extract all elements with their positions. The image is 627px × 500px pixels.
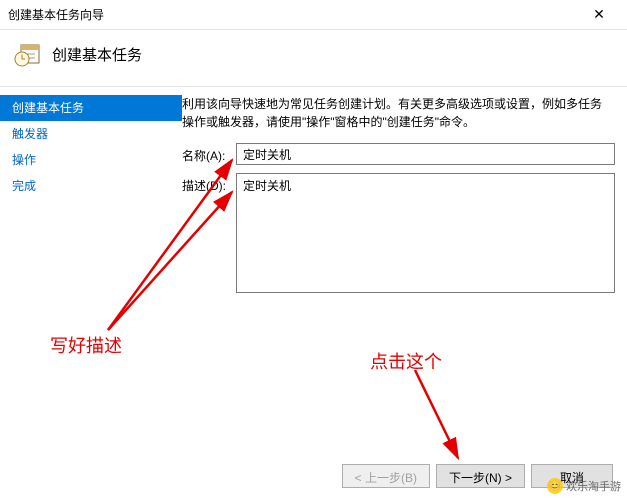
wizard-steps-sidebar: 创建基本任务 触发器 操作 完成	[0, 87, 182, 427]
watermark-icon: 😊	[547, 478, 563, 494]
calendar-clock-icon	[14, 40, 42, 68]
description-field-row: 描述(D):	[182, 173, 615, 293]
name-input[interactable]	[236, 143, 615, 165]
wizard-content: 创建基本任务 触发器 操作 完成 利用该向导快速地为常见任务创建计划。有关更多高…	[0, 87, 627, 427]
close-icon: ✕	[593, 6, 605, 23]
description-label: 描述(D):	[182, 173, 236, 194]
window-title: 创建基本任务向导	[8, 6, 579, 23]
next-button[interactable]: 下一步(N) >	[436, 464, 525, 488]
back-button: < 上一步(B)	[342, 464, 430, 488]
wizard-header: 创建基本任务	[0, 30, 627, 87]
watermark-text: 欢乐淘手游	[566, 478, 621, 494]
name-field-row: 名称(A):	[182, 143, 615, 165]
name-label: 名称(A):	[182, 143, 236, 164]
sidebar-item-finish[interactable]: 完成	[0, 173, 182, 199]
sidebar-item-action[interactable]: 操作	[0, 147, 182, 173]
sidebar-item-label: 触发器	[12, 127, 48, 141]
sidebar-item-label: 创建基本任务	[12, 101, 84, 115]
sidebar-item-label: 完成	[12, 179, 36, 193]
wizard-title: 创建基本任务	[52, 44, 142, 65]
sidebar-item-create-basic-task[interactable]: 创建基本任务	[0, 95, 182, 121]
sidebar-item-trigger[interactable]: 触发器	[0, 121, 182, 147]
description-input[interactable]	[236, 173, 615, 293]
wizard-description: 利用该向导快速地为常见任务创建计划。有关更多高级选项或设置，例如多任务操作或触发…	[182, 95, 615, 131]
wizard-main: 利用该向导快速地为常见任务创建计划。有关更多高级选项或设置，例如多任务操作或触发…	[182, 87, 627, 427]
sidebar-item-label: 操作	[12, 153, 36, 167]
watermark: 😊 欢乐淘手游	[547, 478, 621, 494]
window-titlebar: 创建基本任务向导 ✕	[0, 0, 627, 30]
close-button[interactable]: ✕	[579, 1, 619, 29]
